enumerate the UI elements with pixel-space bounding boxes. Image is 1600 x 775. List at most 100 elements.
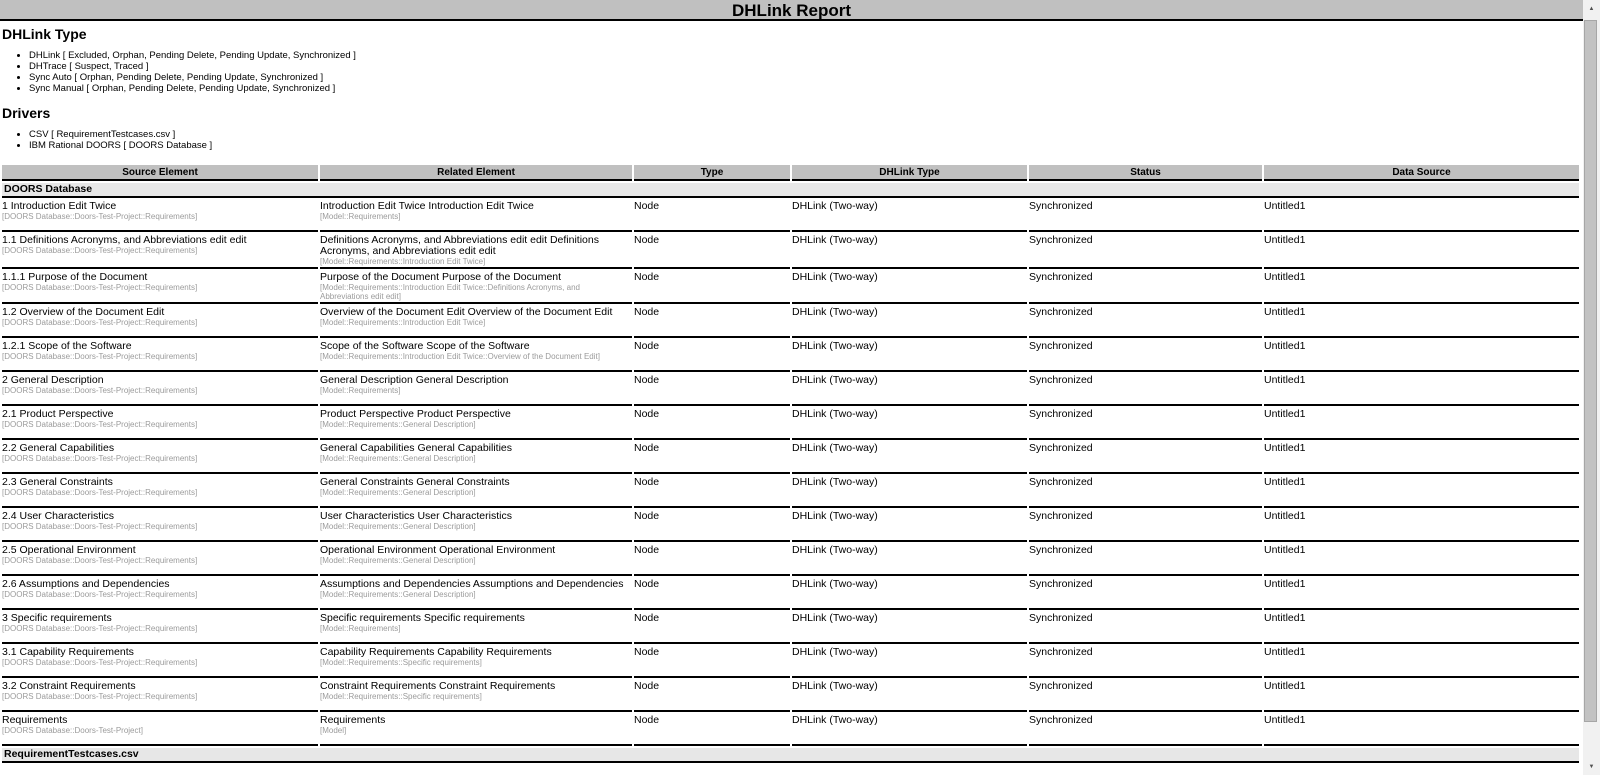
element-path: [Model::Requirements::Introduction Edit … (320, 318, 486, 327)
dhlink-type-cell: DHLink (Two-way) (792, 234, 1027, 269)
section-heading-drivers: Drivers (2, 105, 51, 121)
element-path: [DOORS Database::Doors-Test-Project::Req… (2, 556, 198, 565)
status-cell: Synchronized (1029, 680, 1262, 712)
element-name: 1.2.1 Scope of the Software (2, 340, 132, 352)
type-cell: Node (634, 374, 790, 406)
element-path: [Model::Requirements::General Descriptio… (320, 522, 476, 531)
table-row: Requirements [DOORS Database::Doors-Test-… (2, 714, 1579, 746)
related-element-cell: Introduction Edit Twice Introduction Edi… (320, 200, 632, 232)
page-title: DHLink Report (732, 1, 851, 20)
table-row: 1.2 Overview of the Document Edit [DOORS … (2, 306, 1579, 338)
source-element-cell: 2.2 General Capabilities [DOORS Database:… (2, 442, 318, 474)
scrollbar-down-button[interactable]: ▼ (1583, 758, 1600, 775)
element-path: [DOORS Database::Doors-Test-Project::Req… (2, 212, 198, 221)
table-header-row: Source Element Related Element Type DHLink … (2, 165, 1579, 181)
element-name: Overview of the Document Edit Overview o… (320, 306, 613, 318)
element-name: 3.2 Constraint Requirements (2, 680, 136, 692)
dhlink-type-cell: DHLink (Two-way) (792, 714, 1027, 746)
dhlink-type-cell: DHLink (Two-way) (792, 578, 1027, 610)
type-cell: Node (634, 612, 790, 644)
table-row: 2 General Description [DOORS Database::Do… (2, 374, 1579, 406)
source-element-cell: 2.3 General Constraints [DOORS Database::… (2, 476, 318, 508)
table-row: 2.1 Product Perspective [DOORS Database::… (2, 408, 1579, 440)
status-cell: Synchronized (1029, 306, 1262, 338)
report-page: DHLink Report DHLink Type DHLink [ Exclu… (0, 0, 1583, 765)
group-name: RequirementTestcases.csv (2, 748, 1579, 763)
data-source-cell: Untitled1 (1264, 271, 1579, 304)
element-path: [DOORS Database::Doors-Test-Project::Req… (2, 590, 198, 599)
element-name: Scope of the Software Scope of the Softw… (320, 340, 530, 352)
column-header: DHLink Type (792, 165, 1027, 181)
dhlink-type-cell: DHLink (Two-way) (792, 476, 1027, 508)
element-path: [Model::Requirements::General Descriptio… (320, 590, 476, 599)
status-cell: Synchronized (1029, 646, 1262, 678)
element-name: Definitions Acronyms, and Abbreviations … (320, 234, 599, 257)
status-cell: Synchronized (1029, 271, 1262, 304)
element-path: [DOORS Database::Doors-Test-Project::Req… (2, 522, 198, 531)
status-cell: Synchronized (1029, 408, 1262, 440)
type-cell: Node (634, 271, 790, 304)
data-source-cell: Untitled1 (1264, 374, 1579, 406)
element-name: General Constraints General Constraints (320, 476, 510, 488)
status-cell: Synchronized (1029, 234, 1262, 269)
status-cell: Synchronized (1029, 200, 1262, 232)
dhlink-type-cell: DHLink (Two-way) (792, 612, 1027, 644)
scrollbar-track[interactable] (1583, 17, 1600, 758)
drivers-list: CSV [ RequirementTestcases.csv ]IBM Rati… (0, 129, 1583, 151)
dhlink-type-cell: DHLink (Two-way) (792, 340, 1027, 372)
related-element-cell: General Description General Description[… (320, 374, 632, 406)
type-cell: Node (634, 200, 790, 232)
status-cell: Synchronized (1029, 442, 1262, 474)
source-element-cell: Requirements [DOORS Database::Doors-Test-… (2, 714, 318, 746)
source-element-cell: 3.2 Constraint Requirements [DOORS Databa… (2, 680, 318, 712)
element-path: [Model::Requirements] (320, 386, 401, 395)
source-element-cell: 1.2.1 Scope of the Software [DOORS Databa… (2, 340, 318, 372)
data-source-cell: Untitled1 (1264, 306, 1579, 338)
source-element-cell: 2.5 Operational Environment [DOORS Databa… (2, 544, 318, 576)
column-header: Source Element (2, 165, 318, 181)
dhlink-type-cell: DHLink (Two-way) (792, 408, 1027, 440)
data-source-cell: Untitled1 (1264, 442, 1579, 474)
table-row: 2.6 Assumptions and Dependencies [DOORS D… (2, 578, 1579, 610)
element-name: 2.3 General Constraints (2, 476, 113, 488)
related-element-cell: Definitions Acronyms, and Abbreviations … (320, 234, 632, 269)
scrollbar-thumb[interactable] (1584, 20, 1597, 722)
group-header-row: RequirementTestcases.csv (2, 748, 1579, 763)
column-header: Data Source (1264, 165, 1579, 181)
list-item: Sync Auto [ Orphan, Pending Delete, Pend… (29, 72, 1583, 83)
status-cell: Synchronized (1029, 544, 1262, 576)
element-path: [Model::Requirements::General Descriptio… (320, 420, 476, 429)
list-item: DHLink [ Excluded, Orphan, Pending Delet… (29, 50, 1583, 61)
related-element-cell: Purpose of the Document Purpose of the D… (320, 271, 632, 304)
element-name: Capability Requirements Capability Requi… (320, 646, 552, 658)
element-name: 2 General Description (2, 374, 104, 386)
data-source-cell: Untitled1 (1264, 476, 1579, 508)
type-cell: Node (634, 714, 790, 746)
element-name: 1 Introduction Edit Twice (2, 200, 117, 212)
element-path: [DOORS Database::Doors-Test-Project::Req… (2, 246, 198, 255)
dhlink-type-cell: DHLink (Two-way) (792, 374, 1027, 406)
element-name: 2.1 Product Perspective (2, 408, 114, 420)
data-source-cell: Untitled1 (1264, 612, 1579, 644)
element-path: [DOORS Database::Doors-Test-Project::Req… (2, 658, 198, 667)
up-arrow-icon: ▲ (1588, 5, 1595, 12)
element-path: [DOORS Database::Doors-Test-Project::Req… (2, 692, 198, 701)
group-header-row: DOORS Database (2, 183, 1579, 198)
related-element-cell: Capability Requirements Capability Requi… (320, 646, 632, 678)
table-row: 1.1.1 Purpose of the Document [DOORS Data… (2, 271, 1579, 304)
type-cell: Node (634, 680, 790, 712)
element-name: Operational Environment Operational Envi… (320, 544, 556, 556)
source-element-cell: 2.1 Product Perspective [DOORS Database::… (2, 408, 318, 440)
source-element-cell: 1 Introduction Edit Twice [DOORS Database… (2, 200, 318, 232)
element-path: [Model] (320, 726, 347, 735)
element-path: [DOORS Database::Doors-Test-Project::Req… (2, 624, 198, 633)
vertical-scrollbar[interactable]: ▲ ▼ (1583, 0, 1600, 775)
list-item: CSV [ RequirementTestcases.csv ] (29, 129, 1583, 140)
status-cell: Synchronized (1029, 578, 1262, 610)
data-source-cell: Untitled1 (1264, 408, 1579, 440)
scrollbar-up-button[interactable]: ▲ (1583, 0, 1600, 17)
related-element-cell: Requirements [Model] (320, 714, 632, 746)
source-element-cell: 1.1.1 Purpose of the Document [DOORS Data… (2, 271, 318, 304)
element-path: [Model::Requirements::Specific requireme… (320, 692, 482, 701)
column-header: Related Element (320, 165, 632, 181)
